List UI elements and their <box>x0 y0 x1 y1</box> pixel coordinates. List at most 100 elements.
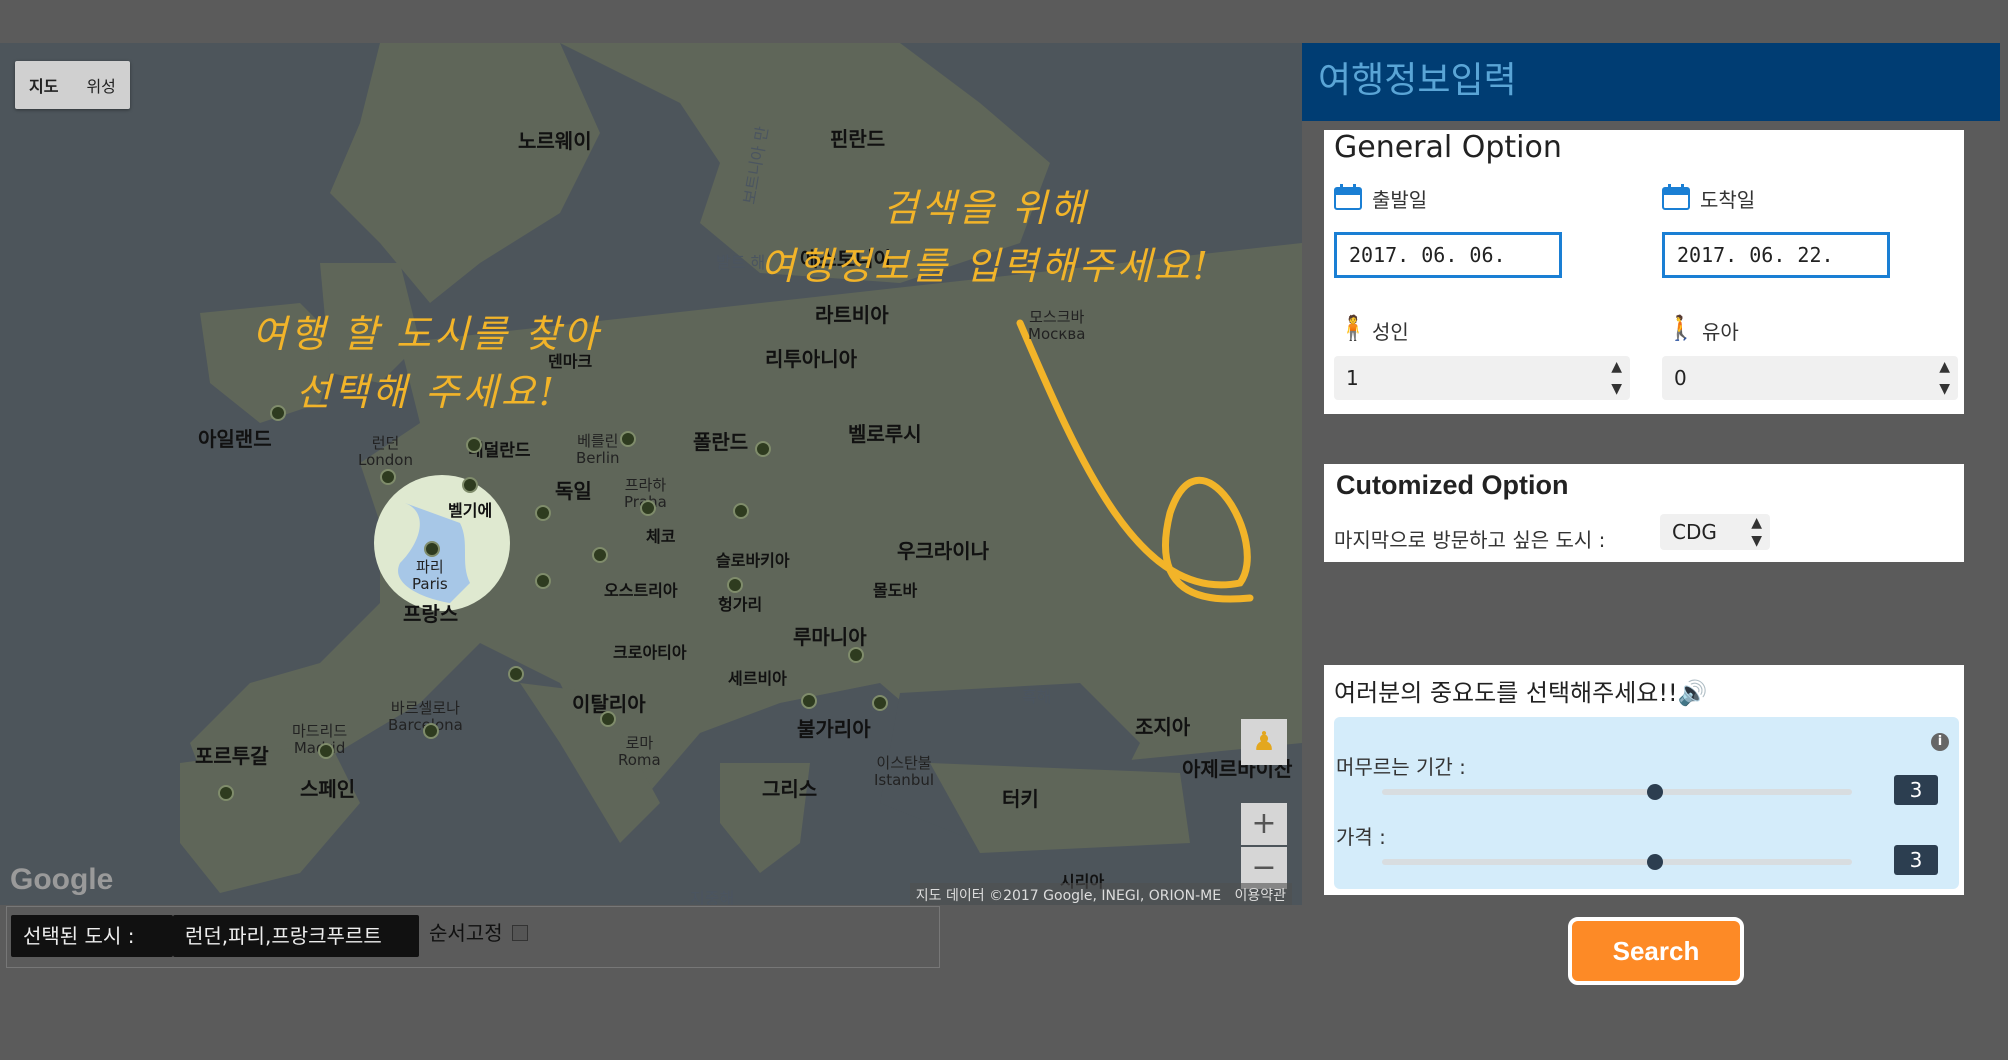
country-label: 우크라이나 <box>897 539 989 563</box>
map-type-satellite[interactable]: 위성 <box>72 61 129 109</box>
arrive-date-input[interactable]: 2017. 06. 22. <box>1662 232 1890 278</box>
city-marker[interactable] <box>462 477 478 493</box>
map-type-toggle[interactable]: 지도 위성 <box>15 61 130 109</box>
country-label: 루마니아 <box>793 625 867 649</box>
city-name: 로마 <box>625 734 654 752</box>
city-name: 런던 <box>371 434 400 452</box>
adult-label: 성인 <box>1372 320 1409 344</box>
terms-link[interactable]: 이용약관 <box>1234 888 1286 904</box>
city-name: 모스크바 <box>1029 308 1085 326</box>
fix-order-checkbox[interactable] <box>512 925 528 941</box>
child-select[interactable]: 0 ▲ ▼ <box>1662 356 1958 400</box>
country-label: 아일랜드 <box>198 427 272 451</box>
city-marker[interactable] <box>801 693 817 709</box>
country-label: 헝가리 <box>718 595 763 614</box>
city-marker[interactable] <box>508 666 524 682</box>
last-city-select-value: CDG <box>1672 520 1717 544</box>
city-marker[interactable] <box>872 695 888 711</box>
map-land <box>0 43 1302 905</box>
sea-label: 흑해 <box>1022 687 1052 706</box>
city-marker[interactable] <box>218 785 234 801</box>
general-option-card: General Option 출발일 도착일 2017. 06. 06. 201… <box>1324 130 1964 414</box>
depart-date-label: 출발일 <box>1372 188 1428 212</box>
adult-select[interactable]: 1 ▲ ▼ <box>1334 356 1630 400</box>
country-label: 크로아티아 <box>613 643 687 662</box>
country-label: 슬로바키아 <box>716 551 790 570</box>
info-icon[interactable]: i <box>1931 733 1949 751</box>
city-latin: London <box>358 451 413 469</box>
city-name: 프라하 <box>624 476 667 494</box>
city-marker[interactable] <box>727 577 743 593</box>
city-marker[interactable] <box>423 723 439 739</box>
panel-title: 여행정보입력 <box>1302 43 2000 121</box>
updown-icon: ▲ ▼ <box>1611 359 1622 397</box>
attribution-text: 지도 데이터 ©2017 Google, INEGI, ORION-ME <box>915 888 1222 904</box>
country-label: 노르웨이 <box>518 129 592 153</box>
city-marker[interactable] <box>620 431 636 447</box>
calendar-icon <box>1662 184 1690 210</box>
city-latin: Paris <box>412 575 448 593</box>
selected-cities-label: 선택된 도시 : <box>11 915 173 957</box>
hint-line: 선택해 주세요! <box>295 370 558 414</box>
city-marker[interactable] <box>535 573 551 589</box>
city-name: 파리 <box>416 558 444 576</box>
country-label: 벨기에 <box>448 501 493 520</box>
zoom-in-button[interactable]: + <box>1241 803 1287 845</box>
city-marker[interactable] <box>755 441 771 457</box>
sea-label: 발트 해 <box>716 253 766 272</box>
child-label: 유아 <box>1702 320 1739 344</box>
adult-icon: 🧍 <box>1338 314 1368 342</box>
map-canvas[interactable]: 지도 위성 노르웨이 핀란드 에스토니아 라트비아 리투아니아 덴마크 아일랜드… <box>0 43 1302 905</box>
last-city-label: 마지막으로 방문하고 싶은 도시 : <box>1334 528 1606 552</box>
price-slider[interactable] <box>1382 854 1852 870</box>
hint-line: 여행 할 도시를 찾아 <box>252 312 601 356</box>
price-slider-thumb[interactable] <box>1646 854 1663 870</box>
country-label: 조지아 <box>1135 715 1191 739</box>
customized-option-title: Cutomized Option <box>1336 470 1569 500</box>
depart-date-input[interactable]: 2017. 06. 06. <box>1334 232 1562 278</box>
hint-enter-info: 검색을 위해 여행정보를 입력해주세요! <box>760 179 1211 295</box>
price-value: 3 <box>1894 845 1938 875</box>
country-label: 핀란드 <box>830 127 886 151</box>
city-marker[interactable] <box>424 541 440 557</box>
city-marker[interactable] <box>535 505 551 521</box>
stay-duration-slider[interactable] <box>1382 784 1852 800</box>
city-marker[interactable] <box>733 503 749 519</box>
sea-label: 지중해 <box>690 889 735 905</box>
country-label: 리투아니아 <box>765 347 857 371</box>
city-latin: Berlin <box>576 449 620 467</box>
calendar-icon <box>1334 184 1362 210</box>
selected-cities-bar: 선택된 도시 : 런던,파리,프랑크푸르트 순서고정 <box>6 906 940 968</box>
city-marker[interactable] <box>600 711 616 727</box>
city-latin: Istanbul <box>874 771 935 789</box>
city-marker[interactable] <box>466 437 482 453</box>
map-type-roadmap[interactable]: 지도 <box>15 61 72 109</box>
city-name: 이스탄불 <box>876 754 932 772</box>
country-label: 폴란드 <box>693 430 749 454</box>
customized-option-card: Cutomized Option 마지막으로 방문하고 싶은 도시 : CDG … <box>1324 464 1964 562</box>
importance-slider-panel: i 머무르는 기간 : 3 가격 : 3 <box>1334 717 1959 889</box>
country-label: 독일 <box>555 479 592 503</box>
country-label: 라트비아 <box>815 303 889 327</box>
price-label: 가격 : <box>1336 825 1386 849</box>
city-marker[interactable] <box>592 547 608 563</box>
updown-icon: ▲ ▼ <box>1751 515 1762 549</box>
city-name: 베를린 <box>577 432 619 450</box>
child-icon: 🚶 <box>1666 314 1696 342</box>
country-label: 스페인 <box>300 777 356 801</box>
importance-card: 여러분의 중요도를 선택해주세요!!🔊 i 머무르는 기간 : 3 가격 : 3 <box>1324 665 1964 895</box>
city-marker[interactable] <box>640 500 656 516</box>
city-marker[interactable] <box>380 469 396 485</box>
last-city-select[interactable]: CDG ▲ ▼ <box>1660 514 1770 550</box>
arrive-date-label: 도착일 <box>1700 188 1756 212</box>
street-view-pegman-icon[interactable]: ♟ <box>1241 719 1287 765</box>
city-marker[interactable] <box>848 647 864 663</box>
hint-select-city: 여행 할 도시를 찾아 선택해 주세요! <box>252 305 601 421</box>
country-label: 세르비아 <box>728 669 787 688</box>
google-logo: Google <box>10 863 114 896</box>
city-marker[interactable] <box>318 743 334 759</box>
stay-duration-slider-thumb[interactable] <box>1646 784 1663 800</box>
city-name: 바르셀로나 <box>390 699 460 717</box>
search-button[interactable]: Search <box>1568 917 1744 985</box>
country-label: 불가리아 <box>797 717 871 741</box>
